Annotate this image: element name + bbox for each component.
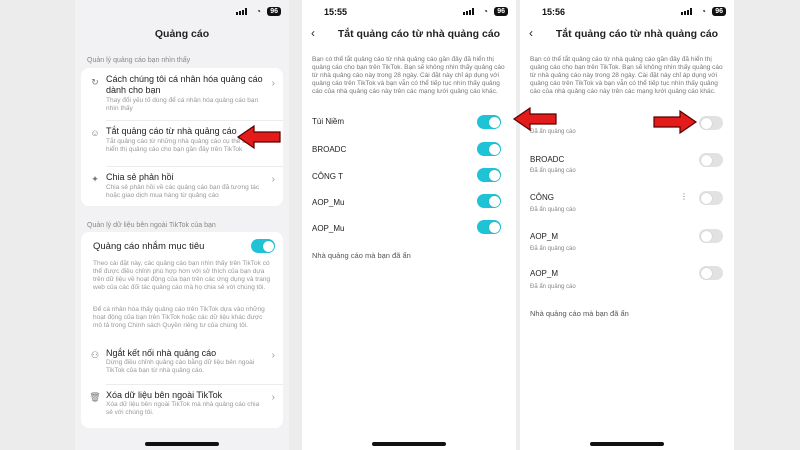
battery-icon: 96 xyxy=(267,7,281,16)
intro-text: Bạn có thể tắt quảng cáo từ nhà quảng cá… xyxy=(530,56,723,95)
offsite-data-card: Quảng cáo nhắm mục tiêu Theo cài đặt này… xyxy=(81,232,283,428)
hidden-advertisers-link[interactable]: Nhà quảng cáo mà bạn đã ẩn xyxy=(312,251,411,260)
signal-icon xyxy=(236,8,249,15)
page-title: Quảng cáo xyxy=(154,28,210,40)
row-desc: Xóa dữ liệu bên ngoài TikTok mà nhà quản… xyxy=(106,401,260,416)
users-icon: ☺ xyxy=(90,128,100,138)
row-title: Cách chúng tôi cá nhân hóa quảng cáo dàn… xyxy=(106,74,263,95)
advertiser-toggle[interactable] xyxy=(699,266,723,280)
row-desc: Chia sẻ phản hồi về các quảng cáo bạn đã… xyxy=(106,184,260,199)
advertiser-status: Đã ẩn quảng cáo xyxy=(530,168,576,174)
sparkle-icon: ✦ xyxy=(91,174,99,184)
advertiser-toggle[interactable] xyxy=(699,229,723,243)
advertiser-name: BROADC xyxy=(312,145,347,154)
signal-icon xyxy=(681,8,694,15)
advertiser-status: Đã ẩn quảng cáo xyxy=(530,246,576,252)
advertiser-name: AOP_Mu xyxy=(312,198,345,207)
row-personalize[interactable]: ↻ Cách chúng tôi cá nhân hóa quảng cáo d… xyxy=(81,74,283,112)
advertiser-toggle[interactable] xyxy=(699,191,723,205)
chevron-right-icon: › xyxy=(271,78,275,89)
row-desc: Thay đổi yếu tố dùng để cá nhân hóa quản… xyxy=(106,97,259,112)
row-desc: Theo cài đặt này, các quảng cáo bạn nhìn… xyxy=(93,260,271,291)
home-indicator xyxy=(145,442,219,446)
advertiser-toggle[interactable] xyxy=(699,153,723,167)
wifi-icon: ◔ xyxy=(256,7,261,16)
annotation-arrow-2 xyxy=(512,106,557,132)
home-indicator xyxy=(372,442,446,446)
block-advertisers-screen-off: 15:56 ◔ 96 ‹ Tắt quảng cáo từ nhà quảng … xyxy=(520,0,734,450)
battery-icon: 96 xyxy=(712,7,726,16)
gap xyxy=(289,0,302,450)
advertiser-name: CÔNG T xyxy=(312,172,343,181)
chevron-right-icon: › xyxy=(271,174,275,185)
wifi-icon: ◔ xyxy=(483,7,488,16)
signal-icon xyxy=(463,8,476,15)
divider xyxy=(106,384,283,385)
advertiser-name: AOP_M xyxy=(530,269,559,278)
section-label-offsite-data: Quản lý dữ liệu bên ngoài TikTok của bạn xyxy=(87,222,216,229)
advertiser-toggle[interactable] xyxy=(477,142,501,156)
hidden-advertisers-link[interactable]: Nhà quảng cáo mà bạn đã ẩn xyxy=(530,309,629,318)
divider xyxy=(106,166,283,167)
home-indicator xyxy=(590,442,664,446)
advertiser-name: AOP_Mu xyxy=(312,224,345,233)
intro-text: Bạn có thể tắt quảng cáo từ nhà quảng cá… xyxy=(312,56,505,95)
back-arrow-icon[interactable]: ‹ xyxy=(529,26,533,40)
advertiser-name: CÔNG xyxy=(530,193,554,202)
targeted-ads-toggle[interactable] xyxy=(251,239,275,253)
advertiser-toggle[interactable] xyxy=(477,220,501,234)
background-left xyxy=(0,0,75,450)
personalize-icon: ↻ xyxy=(91,77,99,87)
wifi-icon: ◔ xyxy=(701,7,706,16)
row-desc: Dừng điều chỉnh quảng cáo bằng dữ liệu b… xyxy=(106,359,255,374)
annotation-arrow-3 xyxy=(653,109,698,135)
row-delete-offsite-data[interactable]: 🗑 Xóa dữ liệu bên ngoài TikTok Xóa dữ li… xyxy=(81,390,283,420)
chevron-right-icon: › xyxy=(271,350,275,361)
row-feedback[interactable]: ✦ Chia sẻ phản hồi Chia sẻ phản hồi về c… xyxy=(81,172,283,202)
advertiser-status: Đã ẩn quảng cáo xyxy=(530,207,576,213)
clock: 15:56 xyxy=(542,7,566,17)
row-targeted-ads: Quảng cáo nhắm mục tiêu Theo cài đặt này… xyxy=(81,238,283,338)
trash-icon: 🗑 xyxy=(89,392,101,402)
advertiser-toggle[interactable] xyxy=(477,115,501,129)
section-label-manage-ads: Quản lý quảng cáo bạn nhìn thấy xyxy=(87,57,191,64)
ads-settings-screen: ◔ 96 Quảng cáo Quản lý quảng cáo bạn nhì… xyxy=(75,0,289,450)
more-options-icon[interactable]: ⋮ xyxy=(680,192,688,201)
row-title: Xóa dữ liệu bên ngoài TikTok xyxy=(106,390,223,400)
status-bar: 15:56 ◔ 96 xyxy=(520,0,734,22)
advertiser-name: Túi Niềm xyxy=(312,117,345,126)
annotation-arrow-1 xyxy=(236,124,281,150)
clock: 15:55 xyxy=(324,7,348,17)
disconnect-icon: ⚇ xyxy=(90,350,100,360)
page-title: Tắt quảng cáo từ nhà quảng cáo xyxy=(337,28,501,40)
back-arrow-icon[interactable]: ‹ xyxy=(311,26,315,40)
navbar: ‹ Tắt quảng cáo từ nhà quảng cáo xyxy=(302,22,516,48)
row-title: Quảng cáo nhắm mục tiêu xyxy=(93,241,205,252)
row-title: Ngắt kết nối nhà quảng cáo xyxy=(106,348,217,358)
row-desc-2: Để cá nhân hóa thấy quảng cáo trên TikTo… xyxy=(93,306,265,329)
status-bar: ◔ 96 xyxy=(75,0,289,22)
divider xyxy=(106,120,283,121)
navbar: Quảng cáo xyxy=(75,22,289,48)
advertiser-status: Đã ẩn quảng cáo xyxy=(530,284,576,290)
advertiser-name: AOP_M xyxy=(530,232,559,241)
block-advertisers-screen-on: 15:55 ◔ 96 ‹ Tắt quảng cáo từ nhà quảng … xyxy=(302,0,516,450)
advertiser-toggle[interactable] xyxy=(477,168,501,182)
row-title: Chia sẻ phản hồi xyxy=(106,172,174,182)
advertiser-name: BROADC xyxy=(530,155,565,164)
advertiser-toggle[interactable] xyxy=(699,116,723,130)
row-disconnect-advertisers[interactable]: ⚇ Ngắt kết nối nhà quảng cáo Dừng điều c… xyxy=(81,348,283,378)
chevron-right-icon: › xyxy=(271,392,275,403)
battery-icon: 96 xyxy=(494,7,508,16)
advertiser-toggle[interactable] xyxy=(477,194,501,208)
background-right xyxy=(734,0,800,450)
navbar: ‹ Tắt quảng cáo từ nhà quảng cáo xyxy=(520,22,734,48)
status-bar: 15:55 ◔ 96 xyxy=(302,0,516,22)
page-title: Tắt quảng cáo từ nhà quảng cáo xyxy=(555,28,719,40)
